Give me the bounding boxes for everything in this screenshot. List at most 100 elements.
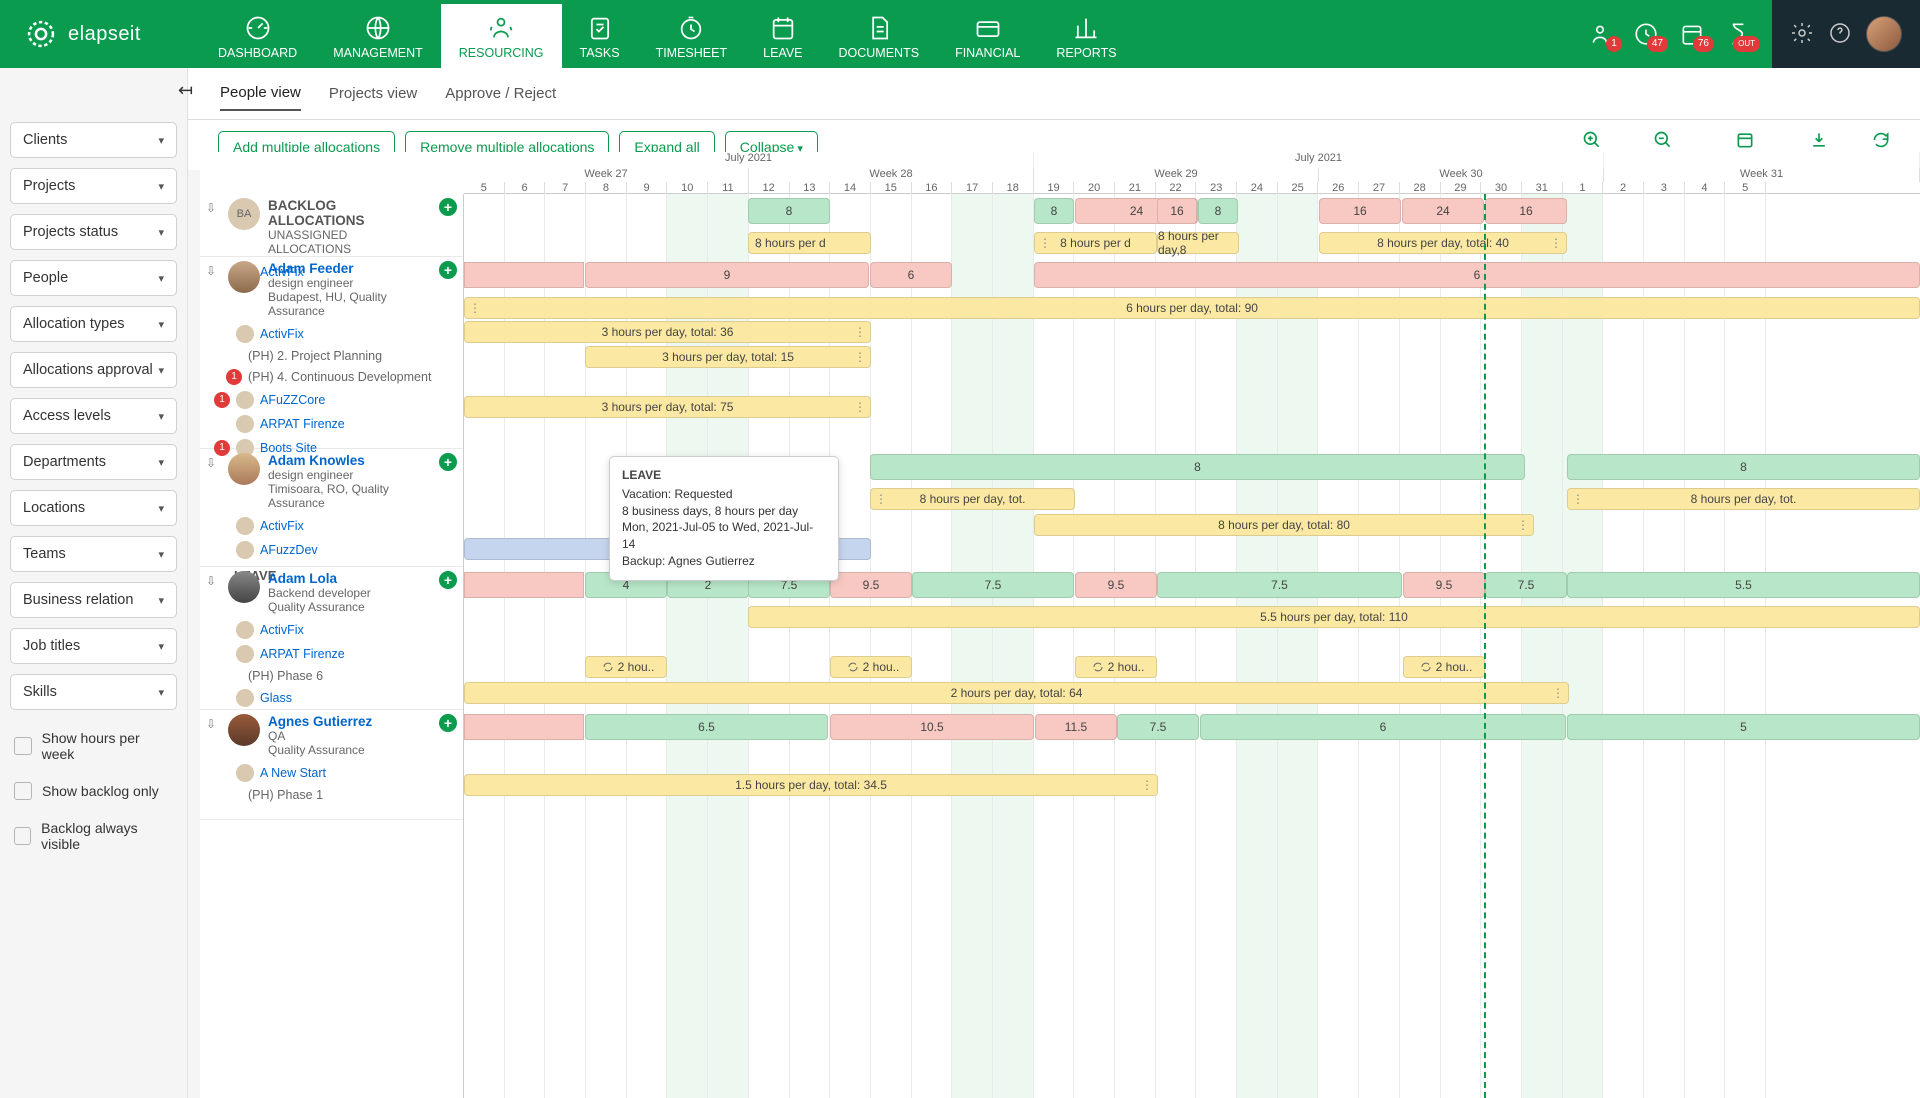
phase-item[interactable]: 1(PH) 4. Continuous Development — [200, 366, 463, 388]
filter-departments[interactable]: Departments — [10, 444, 177, 480]
alloc-bar[interactable]: 7.5 — [1117, 714, 1199, 740]
notif-hourglass-icon[interactable]: OUT — [1722, 18, 1754, 50]
alloc-bar[interactable] — [464, 572, 584, 598]
alloc-bar[interactable]: 3 hours per day, total: 36⋮ — [464, 321, 871, 343]
alloc-bar[interactable]: 5 — [1567, 714, 1920, 740]
filter-projects-status[interactable]: Projects status — [10, 214, 177, 250]
filter-clients[interactable]: Clients — [10, 122, 177, 158]
alloc-bar[interactable]: 8 — [748, 198, 830, 224]
filter-locations[interactable]: Locations — [10, 490, 177, 526]
alloc-bar[interactable]: 7.5 — [912, 572, 1074, 598]
alloc-bar[interactable]: 6 — [1034, 262, 1920, 288]
alloc-bar[interactable]: 8 hours per day, total: 80⋮ — [1034, 514, 1534, 536]
alloc-bar[interactable]: 8 — [1567, 454, 1920, 480]
expand-icon[interactable]: ⇩ — [206, 264, 220, 278]
add-icon[interactable]: + — [439, 198, 457, 216]
alloc-bar[interactable]: 2 hours per day, total: 64⋮ — [464, 682, 1569, 704]
notif-calendar-icon[interactable]: 76 — [1676, 18, 1708, 50]
alloc-bar[interactable]: 16 — [1157, 198, 1197, 224]
notif-person-icon[interactable]: 1 — [1584, 18, 1616, 50]
alloc-bar[interactable]: 11.5 — [1035, 714, 1117, 740]
nav-resourcing[interactable]: RESOURCING — [441, 4, 562, 68]
filter-skills[interactable]: Skills — [10, 674, 177, 710]
alloc-bar[interactable]: 5.5 — [1567, 572, 1920, 598]
filter-teams[interactable]: Teams — [10, 536, 177, 572]
alloc-bar[interactable]: 10.5 — [830, 714, 1034, 740]
add-icon[interactable]: + — [439, 571, 457, 589]
filter-allocations-approval[interactable]: Allocations approval — [10, 352, 177, 388]
alloc-bar[interactable]: 6 — [870, 262, 952, 288]
alloc-bar[interactable] — [464, 262, 584, 288]
expand-icon[interactable]: ⇩ — [206, 456, 220, 470]
alloc-bar[interactable]: ⋮8 hours per d — [748, 232, 871, 254]
nav-dashboard[interactable]: DASHBOARD — [200, 4, 315, 68]
alloc-bar[interactable]: 16 — [1485, 198, 1567, 224]
project-link[interactable]: 1AFuZZCore — [200, 388, 463, 412]
project-link[interactable]: AFuzzDev — [200, 538, 463, 562]
project-link[interactable]: ARPAT Firenze — [200, 642, 463, 666]
check-backlog-only[interactable]: Show backlog only — [10, 772, 177, 810]
alloc-bar[interactable]: 8 — [1198, 198, 1238, 224]
alloc-bar[interactable]: 9.5 — [1075, 572, 1157, 598]
nav-financial[interactable]: FINANCIAL — [937, 4, 1038, 68]
alloc-bar[interactable]: 8 — [1034, 198, 1074, 224]
alloc-bar[interactable]: ⋮8 hours per day, tot. — [1567, 488, 1920, 510]
alloc-bar[interactable]: 6.5 — [585, 714, 828, 740]
alloc-bar[interactable]: 3 hours per day, total: 75⋮ — [464, 396, 871, 418]
alloc-bar[interactable]: 24 — [1402, 198, 1484, 224]
nav-management[interactable]: MANAGEMENT — [315, 4, 441, 68]
alloc-bar[interactable]: ⋮8 hours per d — [1034, 232, 1157, 254]
notif-clock-icon[interactable]: 47 — [1630, 18, 1662, 50]
filter-projects[interactable]: Projects — [10, 168, 177, 204]
filter-allocation-types[interactable]: Allocation types — [10, 306, 177, 342]
nav-tasks[interactable]: TASKS — [562, 4, 638, 68]
alloc-bar[interactable]: 8 hours per day, total: 40⋮ — [1319, 232, 1567, 254]
nav-documents[interactable]: DOCUMENTS — [821, 4, 938, 68]
alloc-bar[interactable]: 9.5 — [1403, 572, 1485, 598]
nav-leave[interactable]: LEAVE — [745, 4, 820, 68]
alloc-bar[interactable]: 2 hou.. — [830, 656, 912, 678]
collapse-sidebar-icon[interactable]: ↤ — [178, 80, 193, 101]
filter-people[interactable]: People — [10, 260, 177, 296]
alloc-bar[interactable]: 1.5 hours per day, total: 34.5⋮ — [464, 774, 1158, 796]
tab-approve-reject[interactable]: Approve / Reject — [445, 85, 556, 110]
nav-timesheet[interactable]: TIMESHEET — [638, 4, 746, 68]
add-icon[interactable]: + — [439, 714, 457, 732]
help-icon[interactable] — [1828, 21, 1852, 48]
project-link[interactable]: ActivFix — [200, 322, 463, 346]
alloc-bar[interactable]: 2 hou.. — [585, 656, 667, 678]
alloc-bar[interactable]: 2 hou.. — [1075, 656, 1157, 678]
alloc-bar[interactable]: 7.5 — [1157, 572, 1402, 598]
expand-icon[interactable]: ⇩ — [206, 574, 220, 588]
project-link[interactable]: ActivFix — [200, 618, 463, 642]
tab-projects-view[interactable]: Projects view — [329, 85, 417, 110]
phase-item[interactable]: (PH) Phase 1 — [200, 785, 463, 805]
alloc-bar[interactable]: 7.5 — [1485, 572, 1567, 598]
project-link[interactable]: ARPAT Firenze — [200, 412, 463, 436]
check-backlog-visible[interactable]: Backlog always visible — [10, 810, 177, 862]
alloc-bar[interactable]: 8 hours per day,8 — [1157, 232, 1239, 254]
phase-item[interactable]: (PH) 2. Project Planning — [200, 346, 463, 366]
project-link[interactable]: Glass — [200, 686, 463, 710]
filter-job-titles[interactable]: Job titles — [10, 628, 177, 664]
check-show-hours[interactable]: Show hours per week — [10, 720, 177, 772]
alloc-bar[interactable]: 5.5 hours per day, total: 110 — [748, 606, 1920, 628]
alloc-bar[interactable]: 8 — [870, 454, 1525, 480]
alloc-bar[interactable]: ⋮6 hours per day, total: 90 — [464, 297, 1920, 319]
alloc-bar[interactable]: 9 — [585, 262, 869, 288]
expand-icon[interactable]: ⇩ — [206, 717, 220, 731]
filter-business-relation[interactable]: Business relation — [10, 582, 177, 618]
phase-item[interactable]: (PH) Phase 6 — [200, 666, 463, 686]
add-icon[interactable]: + — [439, 453, 457, 471]
logo[interactable]: elapseit — [0, 0, 200, 68]
alloc-bar[interactable]: 3 hours per day, total: 15⋮ — [585, 346, 871, 368]
expand-icon[interactable]: ⇩ — [206, 201, 220, 215]
user-avatar[interactable] — [1866, 16, 1902, 52]
nav-reports[interactable]: REPORTS — [1038, 4, 1134, 68]
alloc-bar[interactable]: 6 — [1200, 714, 1566, 740]
filter-access-levels[interactable]: Access levels — [10, 398, 177, 434]
alloc-bar[interactable]: ⋮8 hours per day, tot. — [870, 488, 1075, 510]
gear-icon[interactable] — [1790, 21, 1814, 48]
alloc-bar[interactable] — [464, 714, 584, 740]
project-link[interactable]: A New Start — [200, 761, 463, 785]
